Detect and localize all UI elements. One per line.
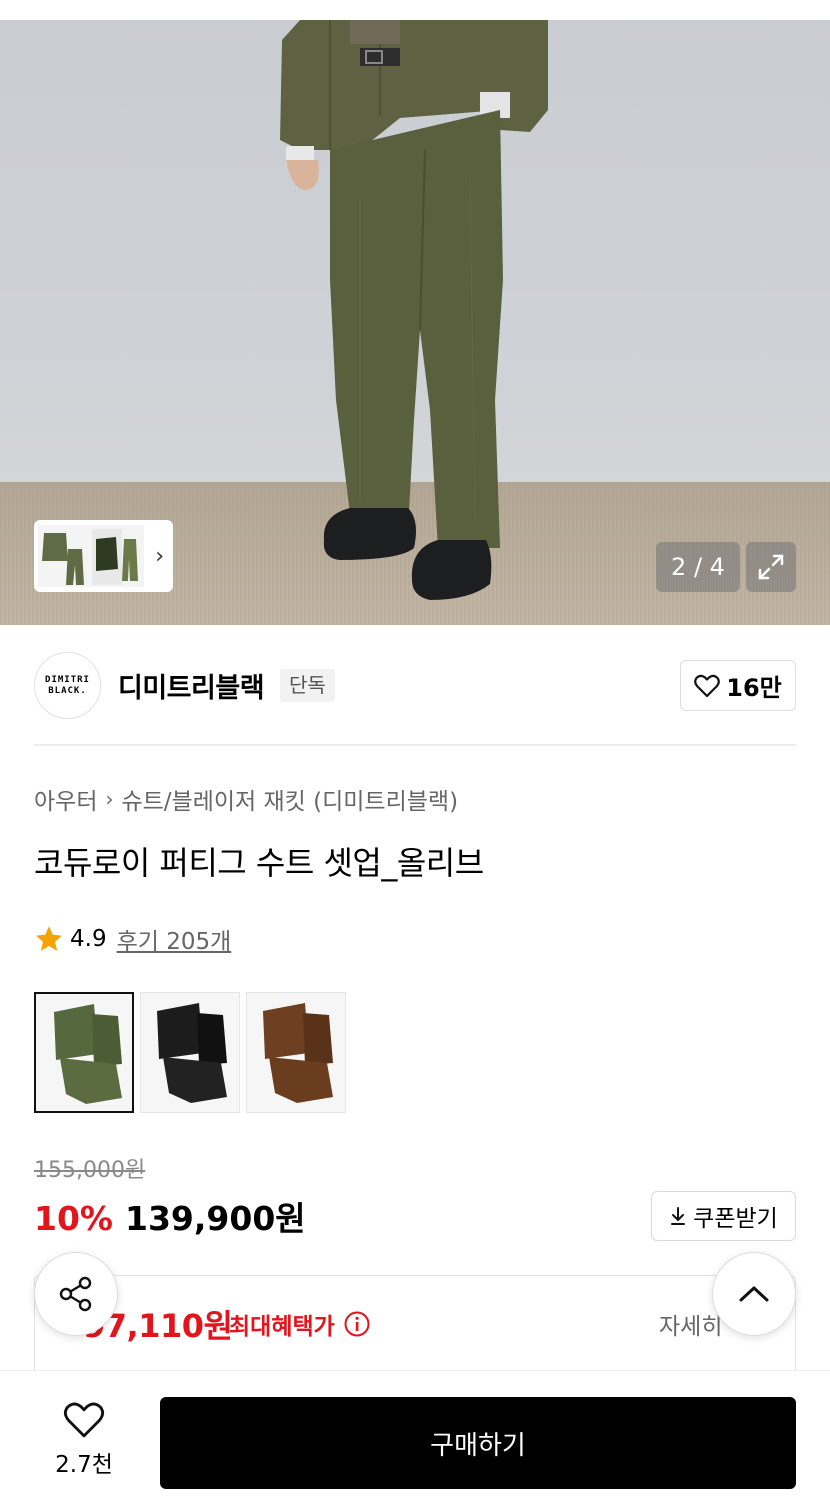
chevron-right-icon: › xyxy=(105,787,114,811)
divider xyxy=(34,744,796,746)
coupon-label: 쿠폰받기 xyxy=(693,1206,778,1232)
exclusive-badge: 단독 xyxy=(280,669,335,702)
rating-score: 4.9 xyxy=(70,926,107,952)
coupon-download-button[interactable]: 쿠폰받기 xyxy=(651,1191,796,1241)
max-benefit-label: 최대혜택가 xyxy=(229,1314,335,1340)
review-count-link[interactable]: 후기 205개 xyxy=(117,922,232,956)
expand-icon[interactable] xyxy=(746,542,796,592)
sale-price: 139,900원 xyxy=(125,1199,306,1238)
product-image-gallery[interactable]: › 2 / 4 xyxy=(0,0,830,625)
gallery-thumbnail-strip[interactable]: › xyxy=(34,520,173,592)
wishlist-count: 2.7천 xyxy=(55,1452,113,1478)
brand-name[interactable]: 디미트리블랙 xyxy=(118,666,265,705)
share-icon xyxy=(59,1276,92,1312)
original-price: 155,000원 xyxy=(34,1158,146,1183)
download-icon xyxy=(671,1207,686,1225)
breadcrumb-category[interactable]: 아우터 xyxy=(34,782,97,816)
breadcrumb: 아우터 › 슈트/블레이저 재킷 (디미트리블랙) xyxy=(34,782,458,816)
wishlist-button[interactable]: 2.7천 xyxy=(34,1401,134,1479)
breadcrumb-subcategory[interactable]: 슈트/블레이저 재킷 (디미트리블랙) xyxy=(121,782,458,816)
brand-logo-text-1: DIMITRI xyxy=(45,674,90,685)
info-icon[interactable] xyxy=(343,1310,371,1338)
brand-logo-text-2: BLACK. xyxy=(48,685,87,696)
brand-logo[interactable]: DIMITRI BLACK. xyxy=(34,652,101,719)
color-swatch-olive[interactable] xyxy=(34,992,134,1113)
share-button[interactable] xyxy=(34,1252,118,1336)
product-title: 코듀로이 퍼티그 수트 셋업_올리브 xyxy=(34,844,484,882)
color-swatch-brown[interactable] xyxy=(246,992,346,1113)
price-row: 10% 139,900원 xyxy=(34,1192,306,1240)
chevron-up-icon xyxy=(739,1286,769,1302)
color-swatch-black[interactable] xyxy=(140,992,240,1113)
chevron-right-icon: › xyxy=(155,544,164,569)
bottom-action-bar: 2.7천 구매하기 xyxy=(0,1370,830,1500)
brand-like-count: 16만 xyxy=(726,674,782,702)
heart-icon xyxy=(63,1402,105,1438)
gallery-counter: 2 / 4 xyxy=(656,542,740,592)
star-icon xyxy=(36,926,62,951)
max-benefit-label-group: 최대혜택가 xyxy=(229,1307,371,1341)
buy-button[interactable]: 구매하기 xyxy=(160,1397,796,1489)
gallery-thumbnail-image xyxy=(38,525,144,587)
max-benefit-box[interactable]: 97,110원 최대혜택가 자세히 xyxy=(34,1275,796,1385)
rating-row: 4.9 후기 205개 xyxy=(34,922,231,956)
scroll-top-button[interactable] xyxy=(712,1252,796,1336)
heart-icon xyxy=(694,674,721,697)
benefit-detail-link[interactable]: 자세히 xyxy=(659,1307,722,1341)
brand-like-button[interactable]: 16만 xyxy=(680,660,796,711)
discount-rate: 10% xyxy=(34,1199,113,1238)
